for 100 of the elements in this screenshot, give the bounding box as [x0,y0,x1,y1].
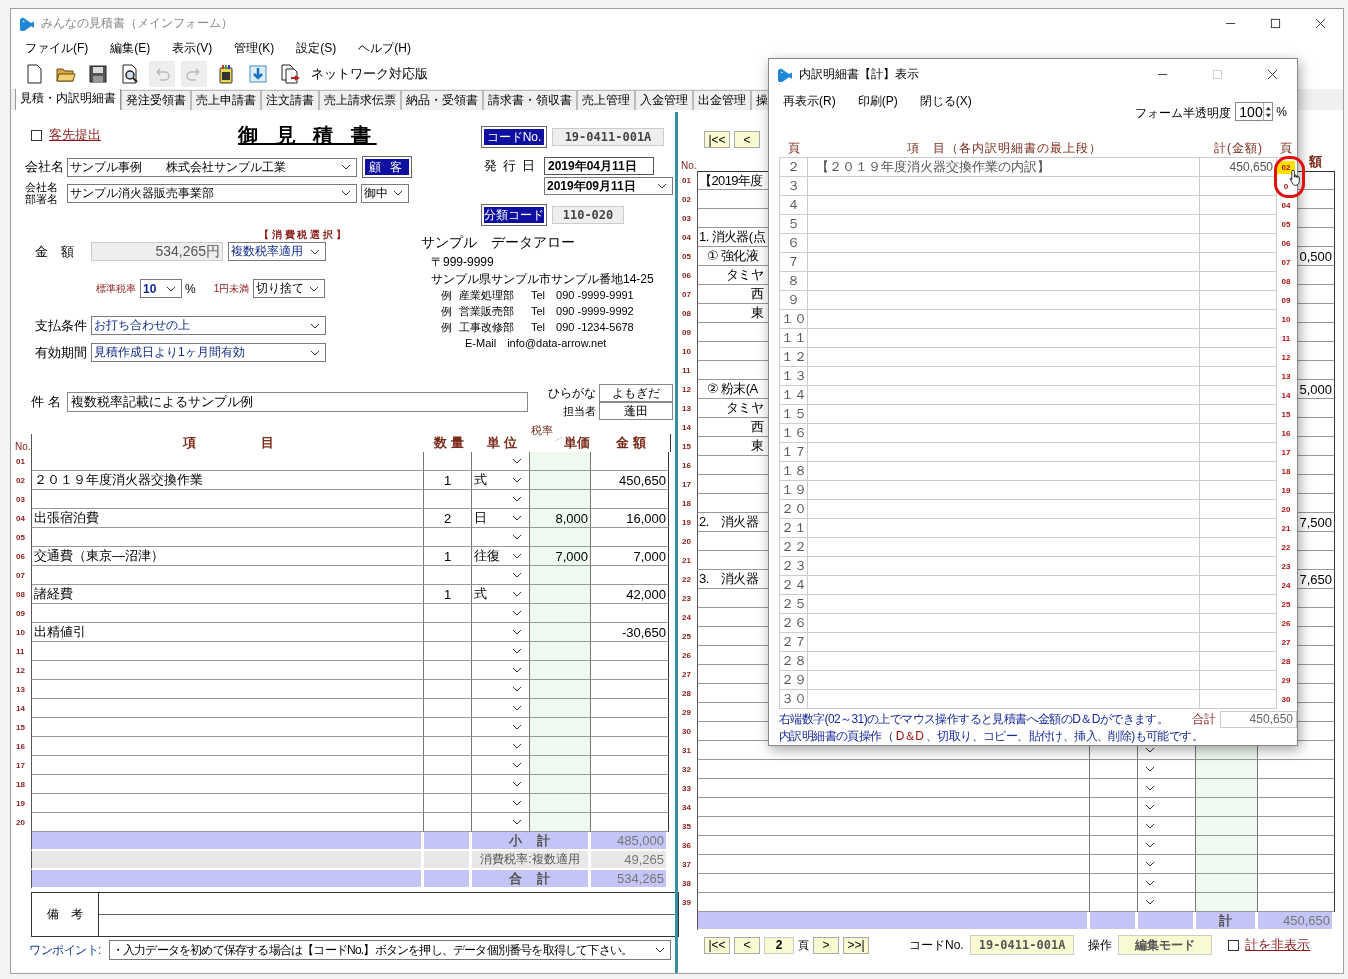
table-cell[interactable]: 8,000 [530,509,591,528]
table-cell[interactable] [424,775,472,794]
hide-total-link[interactable]: 計を非表示 [1245,936,1311,954]
table-cell[interactable] [530,490,591,509]
menu-item[interactable]: 管理(K) [234,39,275,57]
chevron-down-icon[interactable] [1145,766,1155,772]
page-link[interactable]: 25 [1277,595,1295,614]
table-cell[interactable] [1090,760,1138,779]
page-link[interactable]: 19 [1277,481,1295,500]
menu-item[interactable]: 編集(E) [110,39,151,57]
page-link[interactable]: 27 [1277,633,1295,652]
table-cell[interactable] [1300,494,1335,513]
table-cell[interactable] [1196,779,1258,798]
tab[interactable]: 入金管理 [635,90,693,110]
table-cell[interactable] [1300,551,1335,570]
table-cell[interactable] [697,798,1090,817]
table-cell[interactable]: 1 [424,471,472,490]
table-cell[interactable] [591,452,669,471]
table-cell[interactable] [1300,608,1335,627]
page-link[interactable]: 04 [1277,196,1295,215]
page-link[interactable]: 11 [1277,329,1295,348]
table-cell[interactable]: 出精値引 [31,623,424,642]
table-cell[interactable] [31,604,424,623]
table-cell[interactable] [591,680,669,699]
table-cell[interactable] [1300,475,1335,494]
table-cell[interactable] [530,452,591,471]
table-cell[interactable] [1300,627,1335,646]
table-cell[interactable] [31,642,424,661]
table-cell[interactable]: 1 [424,585,472,604]
table-cell[interactable] [31,794,424,813]
table-cell[interactable] [424,566,472,585]
chevron-down-icon[interactable] [1145,842,1155,848]
table-cell[interactable]: 7,650 [1300,570,1335,589]
table-cell[interactable] [697,760,1090,779]
table-cell[interactable] [424,452,472,471]
chevron-down-icon[interactable] [1145,785,1155,791]
table-cell[interactable] [591,642,669,661]
table-cell[interactable] [1196,760,1258,779]
table-cell[interactable]: 交通費（東京―沼津） [31,547,424,566]
checkbox[interactable] [1228,939,1240,951]
page-link[interactable]: 16 [1277,424,1295,443]
table-cell[interactable] [424,661,472,680]
table-cell[interactable]: 諸経費 [31,585,424,604]
table-cell[interactable] [591,661,669,680]
table-cell[interactable] [1196,836,1258,855]
table-cell[interactable] [1090,779,1138,798]
table-cell[interactable] [591,528,669,547]
page-link[interactable]: 23 [1277,557,1295,576]
table-cell[interactable] [1090,874,1138,893]
page-link[interactable]: 28 [1277,652,1295,671]
table-cell[interactable]: 450,650 [1200,158,1277,177]
table-cell[interactable] [1196,893,1258,912]
table-cell[interactable] [530,718,591,737]
date-dropdown[interactable]: 2019年09月11日 [544,177,673,195]
table-cell[interactable]: ２０１９年度消火器交換作業 [31,471,424,490]
table-cell[interactable] [697,779,1090,798]
table-cell[interactable] [530,604,591,623]
page-field[interactable]: 2 [764,936,794,954]
staff-kana-field[interactable]: よもぎだ [599,384,673,402]
tip-dropdown[interactable]: ・入力データを初めて保存する場合は【コードNo.】ボタンを押し、データ個別番号を取得して下さい。 [108,940,671,960]
table-cell[interactable] [1258,855,1335,874]
table-cell[interactable] [424,756,472,775]
table-cell[interactable] [1196,817,1258,836]
table-cell[interactable] [591,604,669,623]
tab[interactable]: 請求書・領収書 [483,90,577,110]
chevron-down-icon[interactable] [1145,747,1155,753]
table-cell[interactable] [530,737,591,756]
page-link[interactable]: 29 [1277,671,1295,690]
first-page-button[interactable]: |<< [704,936,730,954]
table-cell[interactable] [530,775,591,794]
tab[interactable]: 出金管理 [693,90,751,110]
table-cell[interactable] [697,874,1090,893]
page-link[interactable]: 12 [1277,348,1295,367]
table-cell[interactable] [424,623,472,642]
table-cell[interactable] [530,471,591,490]
customer-button[interactable]: 顧 客 [363,157,411,177]
table-cell[interactable] [591,699,669,718]
rounding-dropdown[interactable]: 切り捨て [253,279,326,298]
table-cell[interactable]: 出張宿泊費 [31,509,424,528]
table-cell[interactable] [1258,779,1335,798]
page-link[interactable]: 14 [1277,386,1295,405]
table-cell[interactable]: 0,500 [1300,247,1335,266]
tab[interactable]: 納品・受領書 [401,90,483,110]
table-cell[interactable] [424,642,472,661]
table-cell[interactable] [1300,418,1335,437]
table-cell[interactable] [31,661,424,680]
chevron-down-icon[interactable] [1145,804,1155,810]
table-cell[interactable] [1300,228,1335,247]
table-cell[interactable]: 42,000 [591,585,669,604]
table-cell[interactable]: 16,000 [591,509,669,528]
table-cell[interactable]: 7,500 [1300,513,1335,532]
page-link[interactable]: 20 [1277,500,1295,519]
table-cell[interactable] [530,642,591,661]
table-cell[interactable] [1300,437,1335,456]
table-cell[interactable] [1258,874,1335,893]
table-cell[interactable]: -30,650 [591,623,669,642]
table-cell[interactable] [424,737,472,756]
table-cell[interactable] [1300,361,1335,380]
checkbox[interactable] [31,129,42,141]
tax-rate-dropdown[interactable]: 10 [140,279,182,298]
